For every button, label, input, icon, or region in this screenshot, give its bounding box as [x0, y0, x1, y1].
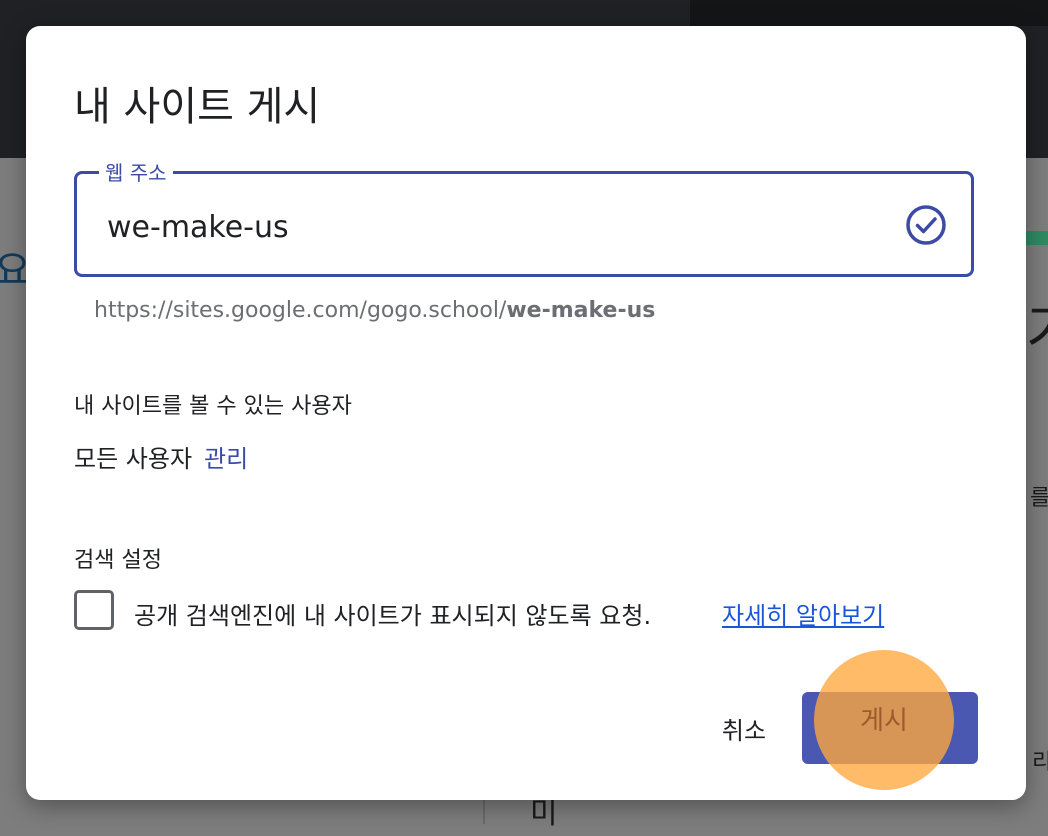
- publish-site-dialog: 내 사이트 게시 웹 주소 https://sites.google.com/g…: [26, 26, 1026, 800]
- web-address-label: 웹 주소: [99, 157, 173, 186]
- background-accent-bar: [1026, 231, 1048, 245]
- search-settings-label: 검색 설정: [74, 548, 162, 573]
- site-url-prefix: https://sites.google.com/gogo.school/: [94, 298, 507, 323]
- check-circle-icon: [906, 205, 946, 245]
- visibility-value: 모든 사용자: [74, 445, 193, 473]
- web-address-input[interactable]: [107, 210, 867, 245]
- learn-more-link[interactable]: 자세히 알아보기: [722, 596, 884, 631]
- visibility-section-label: 내 사이트를 볼 수 있는 사용자: [74, 394, 352, 419]
- hide-from-search-checkbox[interactable]: [74, 590, 114, 630]
- publish-button[interactable]: [802, 692, 978, 764]
- hide-from-search-label: 공개 검색엔진에 내 사이트가 표시되지 않도록 요청.: [134, 602, 652, 630]
- dialog-title: 내 사이트 게시: [74, 84, 321, 130]
- site-url-slug: we-make-us: [506, 298, 656, 323]
- background-text: 기: [1026, 286, 1048, 367]
- site-url-preview: https://sites.google.com/gogo.school/we-…: [94, 298, 655, 323]
- background-text: 를: [1030, 486, 1048, 511]
- cancel-button[interactable]: 취소: [698, 692, 790, 764]
- web-address-field[interactable]: 웹 주소: [74, 157, 974, 277]
- background-text: 리: [1032, 750, 1048, 775]
- background-topbar-shape: [690, 0, 1048, 26]
- background-divider: [483, 800, 485, 824]
- manage-link[interactable]: 관리: [204, 445, 248, 473]
- visibility-row: 모든 사용자 관리: [74, 439, 248, 474]
